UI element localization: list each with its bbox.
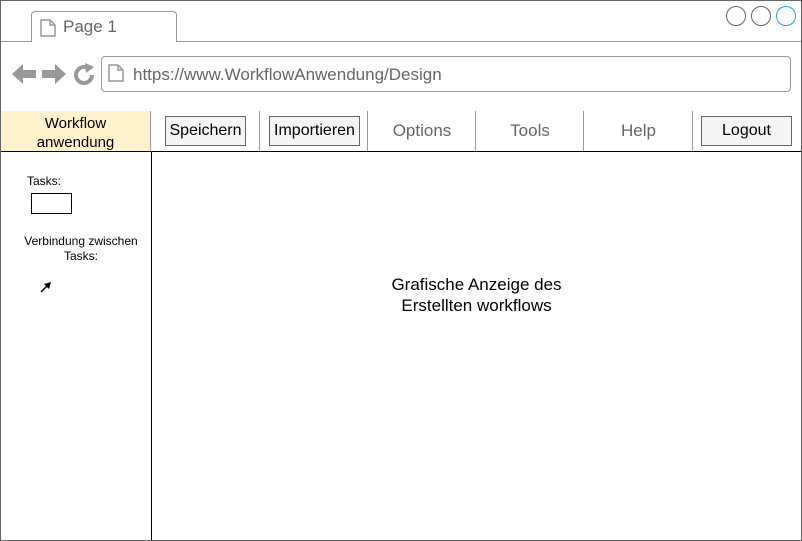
save-button[interactable]: Speichern — [165, 116, 246, 146]
canvas-placeholder-text: Grafische Anzeige des Erstellten workflo… — [152, 274, 801, 316]
connection-label-line2: Tasks: — [63, 249, 98, 263]
options-menu-item[interactable]: Options — [368, 111, 476, 151]
app-logo-line1: Workflow — [44, 115, 107, 132]
app-menu-bar: Workflow anwendung Speichern Importieren… — [1, 111, 801, 152]
menu-cell-tools: Tools — [476, 111, 584, 151]
app-logo: Workflow anwendung — [1, 111, 151, 151]
help-menu-item[interactable]: Help — [584, 111, 693, 151]
tasks-label: Tasks: — [27, 174, 62, 188]
task-shape-tool[interactable] — [31, 193, 72, 214]
minimize-button[interactable] — [726, 6, 746, 26]
page-icon — [40, 19, 56, 42]
canvas-text-line2: Erstellten workflows — [401, 296, 552, 315]
page-icon — [108, 64, 124, 87]
app-logo-line2: anwendung — [36, 134, 115, 151]
connection-label-line1: Verbindung zwischen — [24, 234, 138, 248]
url-text: https://www.WorkflowAnwendung/Design — [133, 65, 442, 84]
tab-strip: Page 1 — [1, 1, 801, 42]
reload-icon[interactable] — [72, 63, 96, 92]
close-button[interactable] — [776, 6, 796, 26]
menu-cell-import: Importieren — [260, 111, 368, 151]
restore-button[interactable] — [751, 6, 771, 26]
browser-window: Page 1 https://www.WorkflowAnwendung/Des… — [0, 0, 802, 541]
workflow-canvas[interactable]: Grafische Anzeige des Erstellten workflo… — [152, 152, 801, 540]
menu-cell-options: Options — [368, 111, 476, 151]
connection-label: Verbindung zwischen Tasks: — [11, 234, 151, 264]
canvas-text-line1: Grafische Anzeige des — [391, 275, 562, 294]
tab-title: Page 1 — [63, 17, 117, 36]
forward-arrow-icon[interactable] — [41, 62, 67, 91]
menu-cell-save: Speichern — [151, 111, 260, 151]
back-arrow-icon[interactable] — [11, 62, 37, 91]
tools-menu-item[interactable]: Tools — [476, 111, 584, 151]
address-bar[interactable]: https://www.WorkflowAnwendung/Design — [101, 56, 791, 92]
logout-button[interactable]: Logout — [701, 116, 792, 146]
tool-palette-sidebar: Tasks: Verbindung zwischen Tasks: — [1, 152, 152, 540]
browser-tab[interactable]: Page 1 — [31, 11, 177, 42]
connector-arrow-icon[interactable] — [39, 280, 53, 299]
navigation-bar: https://www.WorkflowAnwendung/Design — [1, 42, 801, 112]
import-button[interactable]: Importieren — [269, 116, 360, 146]
menu-cell-help: Help — [584, 111, 693, 151]
